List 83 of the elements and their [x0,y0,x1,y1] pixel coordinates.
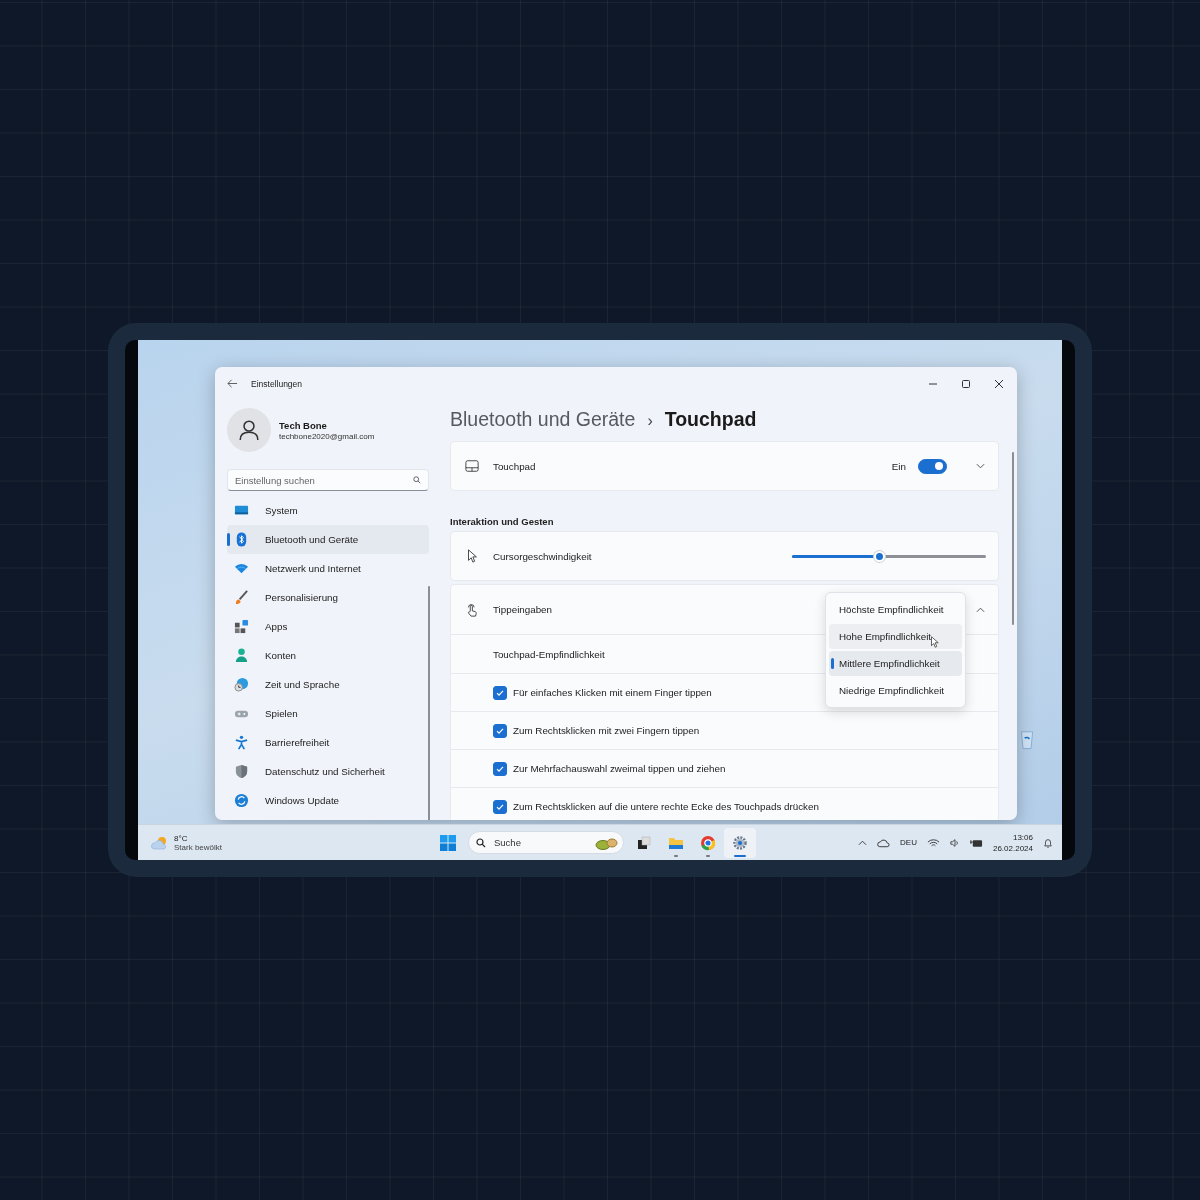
person-icon [234,648,249,663]
task-view-icon [636,834,652,851]
checkbox[interactable] [493,685,507,700]
running-indicator [674,854,678,857]
chevron-up-icon[interactable] [858,839,868,846]
running-indicator [706,854,710,857]
selection-indicator [831,658,834,669]
person-icon [238,419,260,441]
checkbox[interactable] [493,799,507,814]
checkbox[interactable] [493,723,507,738]
menu-item[interactable]: Mittlere Empfindlichkeit [829,651,962,676]
battery-plug-icon[interactable] [969,837,983,848]
checkmark-icon [495,763,505,774]
checkmark-icon [495,725,505,736]
sidebar-item[interactable]: Apps [227,612,429,641]
temperature: 8°C [174,833,189,843]
sync-icon [234,793,249,808]
sidebar-item[interactable]: Windows Update [227,786,429,815]
checkbox[interactable] [493,761,507,776]
maximize-icon[interactable] [961,378,971,389]
page-title: Touchpad [664,408,757,431]
checkbox-label: Für einfaches Klicken mit einem Finger tippen [513,687,712,698]
running-indicator [734,854,746,857]
setting-label: Tippeingaben [493,604,552,615]
setting-label: Touchpad-Empfindlichkeit [493,648,605,660]
sidebar-item[interactable]: Spielen [227,699,429,728]
window-title: Einstellungen [251,378,303,389]
breadcrumb-link[interactable]: Bluetooth und Geräte [450,408,636,431]
search-icon [413,476,421,484]
sidebar-item[interactable]: Konten [227,641,429,670]
hand-tap-icon [465,602,479,617]
sidebar-item[interactable]: Zeit und Sprache [227,670,429,699]
bluetooth-icon [234,532,249,547]
breadcrumb-separator: › [647,412,653,430]
close-icon[interactable] [994,378,1004,389]
user-email: techbone2020@gmail.com [279,431,375,441]
gear-icon [732,834,748,851]
shield-icon [234,764,249,779]
checkmark-icon [495,801,505,812]
setting-label: Touchpad [493,460,536,472]
checkbox-label: Zum Rechtsklicken auf die untere rechte Ecke des Touchpads drücken [513,801,819,812]
browser-icon [700,834,716,851]
sidebar-item[interactable]: System [227,496,429,525]
scrollbar[interactable] [1012,452,1014,625]
speaker-icon[interactable] [949,837,960,848]
sidebar-item[interactable]: Datenschutz und Sicherheit [227,757,429,786]
toggle-state-text: Ein [891,460,906,472]
touchpad-icon [465,459,479,473]
menu-item[interactable]: Höchste Empfindlichkeit [829,597,962,622]
slider-thumb[interactable] [874,550,886,562]
globe-clock-icon [234,677,249,692]
back-arrow-icon[interactable] [227,378,238,389]
taskbar-search-field[interactable]: Suche [468,831,624,854]
menu-item[interactable]: Hohe Empfindlichkeit [829,624,962,649]
paintbrush-icon [234,590,249,605]
sidebar-item[interactable]: Bluetooth und Geräte [227,525,429,554]
wifi-icon [234,561,249,576]
sidebar-item[interactable]: Barrierefreiheit [227,728,429,757]
windows-logo-icon[interactable] [440,834,456,851]
chevron-down-icon[interactable] [976,463,985,469]
sidebar-item[interactable]: Personalisierung [227,583,429,612]
cloud-icon[interactable] [877,837,891,848]
bell-icon[interactable] [1043,837,1053,848]
user-name: Tech Bone [279,419,328,431]
scrollbar[interactable] [428,586,430,820]
chevron-up-icon[interactable] [976,606,985,613]
cursor-icon [465,549,479,563]
sidebar-item[interactable]: Netzwerk und Internet [227,554,429,583]
setting-label: Cursorgeschwindigkeit [493,550,592,562]
wifi-icon[interactable] [926,837,940,848]
apps-icon [234,619,249,634]
clock-button[interactable]: 13:06 26.02.2024 [992,831,1033,854]
search-field[interactable]: Einstellung suchen [227,469,429,491]
checkmark-icon [495,687,505,698]
checkbox-label: Zum Rechtsklicken mit zwei Fingern tippen [513,725,700,736]
checkbox-label: Zur Mehrfachauswahl zweimal tippen und ziehen [513,763,726,774]
weather-condition: Stark bewölkt [174,842,223,852]
toggle-switch[interactable] [918,458,947,474]
language-indicator[interactable]: DEU [900,838,917,847]
mouse-pointer-icon [930,636,939,648]
menu-item[interactable]: Niedrige Empfindlichkeit [829,678,962,703]
accessibility-icon [234,735,249,750]
section-heading: Interaktion und Gesten [450,516,555,527]
